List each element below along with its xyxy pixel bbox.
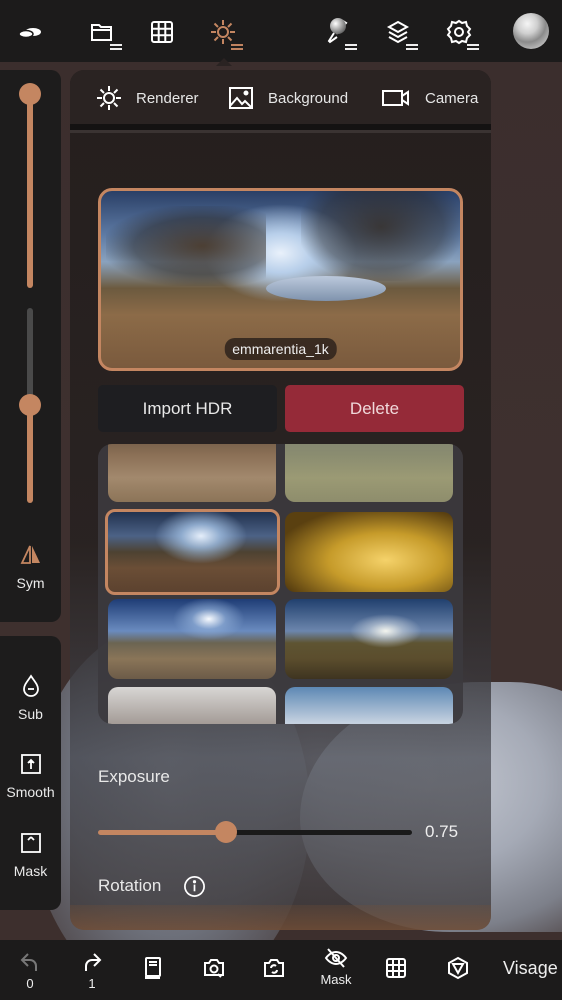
- notebook-button[interactable]: [133, 956, 173, 1000]
- intensity-slider-knob[interactable]: [19, 394, 41, 416]
- image-icon: [229, 87, 253, 109]
- symmetry-icon: [20, 545, 40, 564]
- sub-label: Sub: [18, 706, 43, 722]
- hdr-preview[interactable]: emmarentia_1k: [98, 188, 463, 371]
- environment-panel: Renderer Background Camera emmarentia_1k…: [70, 70, 491, 930]
- panel-tabs: Renderer Background Camera: [70, 70, 491, 126]
- menu-lines-icon: [467, 44, 479, 50]
- camera-rotate-icon: [264, 959, 284, 977]
- intensity-slider-fill[interactable]: [27, 406, 33, 503]
- tab-label: Background: [268, 89, 349, 107]
- symmetry-label: Sym: [16, 575, 45, 591]
- radius-slider-knob[interactable]: [19, 83, 41, 105]
- hdr-thumbnail-grid[interactable]: [98, 444, 463, 724]
- exposure-slider-track[interactable]: [226, 830, 412, 835]
- rotation-label: Rotation: [98, 876, 162, 895]
- redo-button[interactable]: 1: [72, 950, 112, 998]
- delete-button[interactable]: Delete: [285, 385, 464, 432]
- settings-button[interactable]: [437, 10, 481, 54]
- exposure-slider-knob[interactable]: [215, 821, 237, 843]
- intensity-slider-track[interactable]: [27, 308, 33, 408]
- eye-off-icon: [324, 948, 348, 968]
- import-hdr-button[interactable]: Import HDR: [98, 385, 277, 432]
- sidebar-sliders: Sym: [0, 70, 61, 622]
- preview-trees-left: [106, 206, 266, 286]
- grid-icon: [386, 958, 406, 978]
- hdr-thumbnail-rocky-cave[interactable]: [108, 444, 276, 502]
- bottom-toolbar: 0 1 Mask Visage: [0, 940, 562, 1000]
- hdr-thumbnail-emmarentia[interactable]: [105, 509, 280, 595]
- hdr-thumbnail-foggy-city[interactable]: [108, 687, 276, 724]
- menu-lines-icon: [345, 44, 357, 50]
- mask-icon: [20, 833, 41, 853]
- screenshot-button[interactable]: [194, 956, 234, 1000]
- tab-background[interactable]: Background: [228, 84, 348, 112]
- top-toolbar: [0, 0, 562, 66]
- camera-search-icon: [204, 959, 224, 978]
- mask-toggle[interactable]: Mask: [0, 831, 61, 879]
- tools-button[interactable]: [315, 10, 359, 54]
- undo-icon: [20, 953, 37, 971]
- dropdown-caret: [216, 58, 232, 66]
- mask-label: Mask: [13, 863, 48, 879]
- tab-camera[interactable]: Camera: [381, 84, 478, 112]
- info-icon[interactable]: [183, 875, 206, 898]
- redo-icon: [85, 953, 102, 971]
- topology-button[interactable]: [438, 956, 478, 1000]
- lighting-button[interactable]: [201, 10, 245, 54]
- files-button[interactable]: [80, 10, 124, 54]
- undo-button[interactable]: 0: [10, 950, 50, 998]
- menu-lines-icon: [231, 44, 243, 50]
- folder-icon: [91, 24, 112, 41]
- hdr-name-label: emmarentia_1k: [224, 338, 337, 360]
- menu-lines-icon: [110, 44, 122, 50]
- hdr-thumbnail-savanna[interactable]: [285, 444, 453, 502]
- material-sphere-button[interactable]: [513, 13, 549, 49]
- menu-lines-icon: [406, 44, 418, 50]
- layers-button[interactable]: [376, 10, 420, 54]
- tabs-divider-highlight: [70, 130, 491, 133]
- sub-toggle[interactable]: Sub: [0, 674, 61, 722]
- mask-label: Mask: [320, 972, 352, 987]
- layers-icon: [386, 20, 410, 44]
- smooth-icon: [20, 754, 41, 774]
- visage-label[interactable]: Visage: [503, 958, 558, 979]
- smooth-label: Smooth: [6, 784, 55, 800]
- redo-count: 1: [88, 976, 96, 991]
- clouds-icon: [18, 28, 41, 39]
- hdr-thumbnail-island[interactable]: [108, 599, 276, 679]
- book-icon: [145, 957, 161, 979]
- preview-lake: [266, 276, 386, 301]
- sun-icon: [97, 86, 121, 110]
- exposure-value: 0.75: [425, 822, 459, 841]
- polyhedron-icon: [448, 956, 468, 980]
- hdr-thumbnail-interior[interactable]: [285, 512, 453, 592]
- hdr-thumbnail-shrubland[interactable]: [285, 599, 453, 679]
- grid-button[interactable]: [140, 10, 184, 54]
- grid-icon: [151, 21, 173, 43]
- tab-label: Camera: [425, 89, 479, 107]
- wireframe-grid-button[interactable]: [376, 956, 416, 1000]
- sidebar-tools: Sub Smooth Mask: [0, 636, 61, 910]
- scene-menu-button[interactable]: [8, 10, 52, 54]
- hide-mask-button[interactable]: Mask: [316, 946, 356, 994]
- preview-trees-right: [301, 191, 460, 281]
- camera-icon: [382, 90, 409, 106]
- sun-icon: [211, 20, 235, 44]
- symmetry-button[interactable]: Sym: [0, 543, 61, 591]
- matcap-preview: [330, 18, 346, 34]
- gear-icon: [446, 19, 472, 45]
- hdr-thumbnail-clouds[interactable]: [285, 687, 453, 724]
- tab-renderer[interactable]: Renderer: [96, 84, 199, 112]
- tab-label: Renderer: [136, 89, 199, 107]
- exposure-slider-fill[interactable]: [98, 830, 226, 835]
- exposure-label: Exposure: [98, 767, 170, 786]
- reset-camera-button[interactable]: [254, 956, 294, 1000]
- drop-minus-icon: [22, 674, 39, 697]
- smooth-toggle[interactable]: Smooth: [0, 752, 61, 800]
- panel-fade: [70, 905, 491, 930]
- undo-count: 0: [26, 976, 34, 991]
- radius-slider-fill[interactable]: [27, 92, 33, 288]
